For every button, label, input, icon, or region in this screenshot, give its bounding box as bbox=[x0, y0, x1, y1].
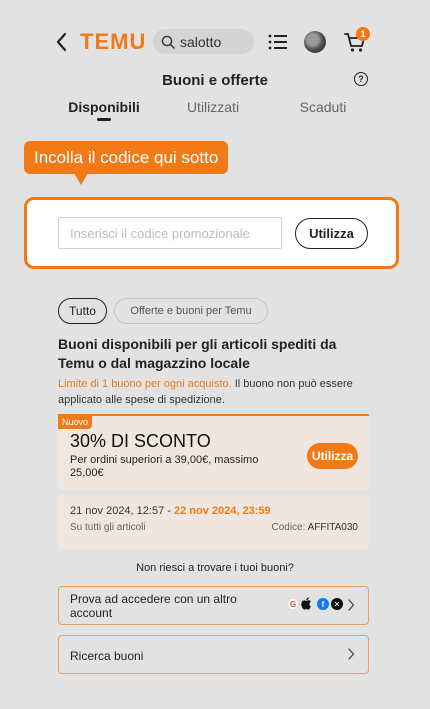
coupon-apply-button[interactable]: Utilizza bbox=[307, 443, 358, 469]
filter-temu-offers[interactable]: Offerte e buoni per Temu bbox=[114, 298, 268, 324]
avatar[interactable] bbox=[304, 31, 326, 53]
paste-code-tooltip: Incolla il codice qui sotto bbox=[24, 141, 229, 174]
promo-code-input[interactable] bbox=[58, 217, 282, 249]
chevron-right-icon bbox=[348, 648, 355, 660]
help-icon[interactable]: ? bbox=[354, 72, 368, 86]
list-icon[interactable] bbox=[268, 33, 288, 51]
coupon-code-label: Codice: bbox=[271, 522, 308, 533]
coupon-end: 22 nov 2024, 23:59 bbox=[173, 505, 271, 517]
back-icon[interactable] bbox=[52, 30, 72, 54]
active-tab-indicator bbox=[97, 118, 111, 121]
search-bar[interactable]: salotto bbox=[153, 29, 254, 54]
coupon-code-value: AFFITA030 bbox=[307, 522, 358, 533]
not-found-text: Non riesci a trovare i tuoi buoni? bbox=[136, 562, 294, 574]
coupon-scope: Su tutti gli articoli bbox=[70, 522, 146, 533]
new-badge: Nuovo bbox=[58, 414, 93, 429]
google-icon: G bbox=[287, 598, 299, 610]
tab-utilizzati[interactable]: Utilizzati bbox=[158, 99, 268, 115]
coupon-code: Codice: AFFITA030 bbox=[230, 522, 358, 533]
search-coupons-label: Ricerca buoni bbox=[70, 649, 144, 663]
apple-icon bbox=[301, 597, 311, 610]
coupon-note: Limite di 1 buono per ogni acquisto. Il … bbox=[58, 376, 373, 408]
tab-disponibili[interactable]: Disponibili bbox=[49, 99, 159, 115]
filter-all[interactable]: Tutto bbox=[58, 298, 107, 324]
coupon-start: 21 nov 2024, 12:57 - bbox=[70, 505, 174, 517]
temu-logo[interactable]: TEMU bbox=[80, 30, 146, 54]
coupon-condition: Per ordini superiori a 39,00€, massimo 2… bbox=[70, 454, 259, 479]
coupon-amount: 30% DI SCONTO bbox=[70, 431, 211, 451]
login-other-account-label: Prova ad accedere con un altro account bbox=[70, 592, 237, 620]
search-icon bbox=[161, 35, 175, 49]
facebook-icon: f bbox=[317, 598, 329, 610]
section-heading: Buoni disponibili per gli articoli spedi… bbox=[58, 336, 337, 371]
cart-count-badge: 1 bbox=[356, 27, 370, 41]
coupon-limit-note: Limite di 1 buono per ogni acquisto. bbox=[58, 378, 232, 390]
tooltip-tail bbox=[74, 173, 88, 185]
search-query: salotto bbox=[180, 33, 222, 50]
coupon-validity: 21 nov 2024, 12:57 - 22 nov 2024, 23:59 bbox=[70, 505, 271, 517]
tab-scaduti[interactable]: Scaduti bbox=[268, 99, 378, 115]
chevron-right-icon bbox=[348, 599, 355, 611]
apply-code-button[interactable]: Utilizza bbox=[295, 218, 368, 249]
x-icon: ✕ bbox=[331, 598, 343, 610]
